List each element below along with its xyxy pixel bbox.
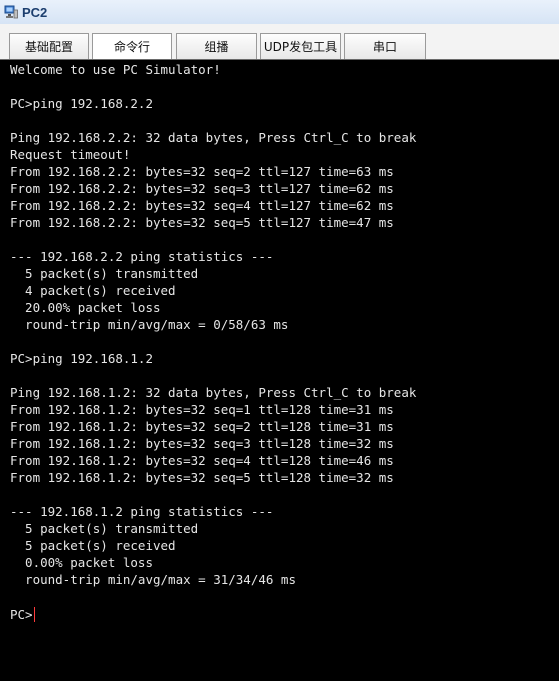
terminal-line: Ping 192.168.1.2: 32 data bytes, Press C… (10, 385, 417, 401)
terminal-line: Request timeout! (10, 147, 131, 163)
terminal-line: From 192.168.1.2: bytes=32 seq=4 ttl=128… (10, 453, 394, 469)
terminal-line: 5 packet(s) transmitted (10, 521, 199, 537)
terminal-line: From 192.168.2.2: bytes=32 seq=4 ttl=127… (10, 198, 394, 214)
text-cursor (33, 606, 35, 622)
terminal-line: round-trip min/avg/max = 31/34/46 ms (10, 572, 296, 588)
terminal-line: PC>ping 192.168.1.2 (10, 351, 153, 367)
tab-serial-port[interactable]: 串口 (344, 33, 426, 59)
tab-command-line[interactable]: 命令行 (92, 33, 172, 59)
terminal-line: From 192.168.2.2: bytes=32 seq=5 ttl=127… (10, 215, 394, 231)
terminal-line: Ping 192.168.2.2: 32 data bytes, Press C… (10, 130, 417, 146)
terminal-line: From 192.168.1.2: bytes=32 seq=3 ttl=128… (10, 436, 394, 452)
pc-simulator-icon (4, 5, 18, 19)
tab-multicast[interactable]: 组播 (176, 33, 257, 59)
title-bar: PC2 (0, 0, 559, 24)
terminal-line: From 192.168.1.2: bytes=32 seq=2 ttl=128… (10, 419, 394, 435)
terminal-prompt-line[interactable]: PC> (10, 606, 559, 623)
terminal-line: 0.00% packet loss (10, 555, 153, 571)
terminal-line: From 192.168.2.2: bytes=32 seq=2 ttl=127… (10, 164, 394, 180)
terminal-line: 4 packet(s) received (10, 283, 176, 299)
terminal-line: PC>ping 192.168.2.2 (10, 96, 153, 112)
terminal-line: 20.00% packet loss (10, 300, 161, 316)
terminal-line: From 192.168.1.2: bytes=32 seq=1 ttl=128… (10, 402, 394, 418)
tab-strip: 基础配置 命令行 组播 UDP发包工具 串口 (0, 24, 559, 59)
terminal-line: 5 packet(s) transmitted (10, 266, 199, 282)
terminal-line: --- 192.168.2.2 ping statistics --- (10, 249, 274, 265)
terminal-line: round-trip min/avg/max = 0/58/63 ms (10, 317, 289, 333)
window-title: PC2 (22, 4, 48, 20)
tab-udp-tool[interactable]: UDP发包工具 (260, 33, 341, 59)
terminal-line: From 192.168.1.2: bytes=32 seq=5 ttl=128… (10, 470, 394, 486)
terminal-line: 5 packet(s) received (10, 538, 176, 554)
tab-basic-config[interactable]: 基础配置 (9, 33, 89, 59)
terminal-line: Welcome to use PC Simulator! (10, 62, 221, 77)
terminal-line: From 192.168.2.2: bytes=32 seq=3 ttl=127… (10, 181, 394, 197)
command-line-terminal[interactable]: Welcome to use PC Simulator! PC>ping 192.… (0, 59, 559, 681)
terminal-prompt: PC> (10, 606, 33, 622)
terminal-line: --- 192.168.1.2 ping statistics --- (10, 504, 274, 520)
